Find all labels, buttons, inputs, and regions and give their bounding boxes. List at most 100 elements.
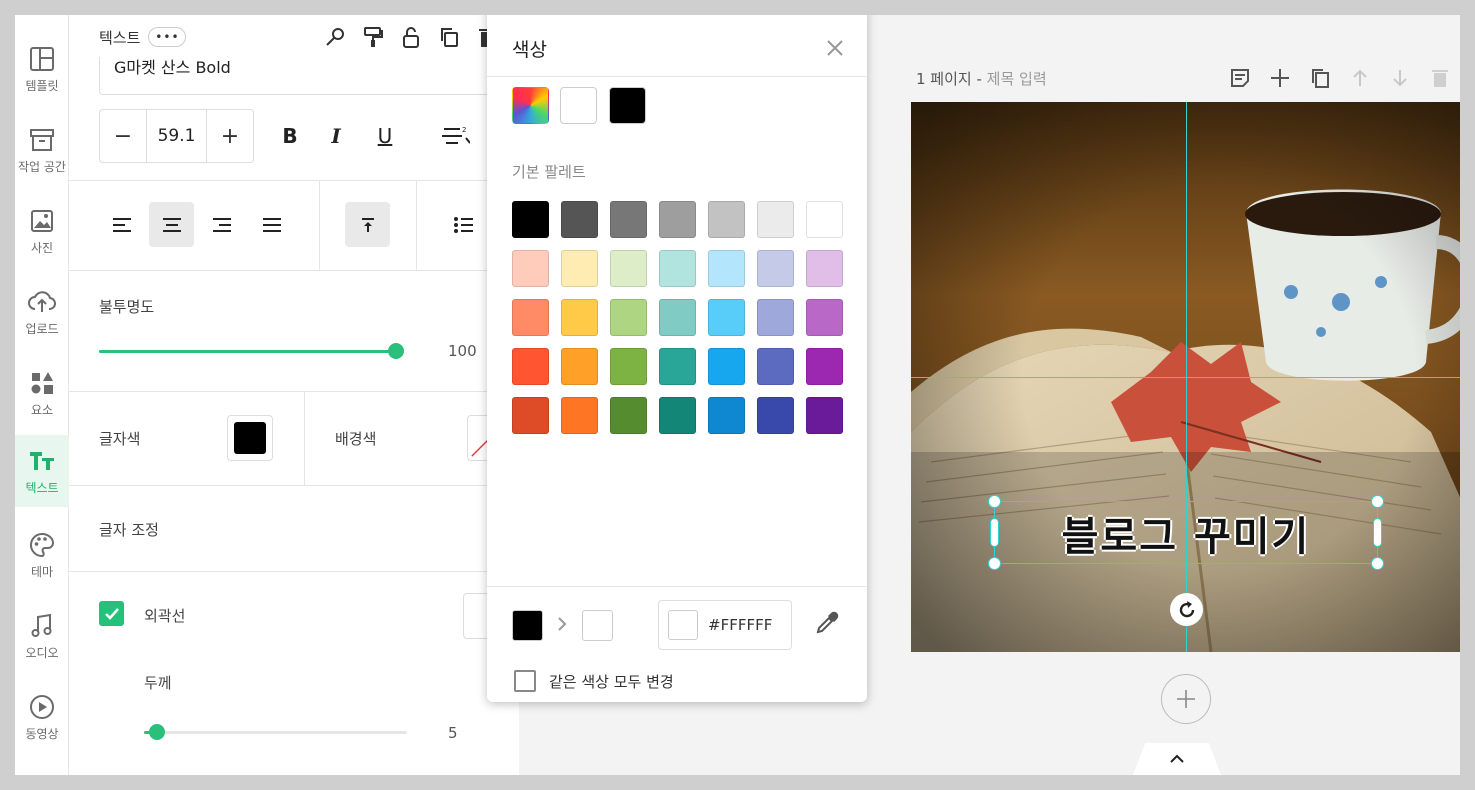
note-icon[interactable] (1229, 66, 1251, 90)
palette-swatch[interactable] (708, 250, 745, 287)
palette-swatch[interactable] (757, 348, 794, 385)
palette-swatch[interactable] (659, 250, 696, 287)
bold-button[interactable]: B (275, 121, 305, 151)
palette-swatch[interactable] (757, 201, 794, 238)
outline-checkbox[interactable] (99, 601, 124, 626)
palette-swatch[interactable] (512, 397, 549, 434)
eyedropper-icon[interactable] (815, 611, 839, 639)
resize-handle-top-left[interactable] (988, 495, 1001, 508)
rail-item-theme[interactable]: 테마 (15, 519, 69, 591)
headline-text[interactable]: 블로그 꾸미기 (995, 502, 1377, 563)
palette-swatch[interactable] (512, 299, 549, 336)
palette-swatch[interactable] (561, 201, 598, 238)
new-color-swatch[interactable] (582, 610, 613, 641)
resize-handle-bottom-left[interactable] (988, 557, 1001, 570)
font-size-input[interactable]: 59.1 (146, 110, 207, 162)
palette-swatch[interactable] (806, 250, 843, 287)
recent-color-white[interactable] (560, 87, 597, 124)
palette-swatch[interactable] (610, 250, 647, 287)
design-canvas[interactable]: 블로그 꾸미기 (911, 102, 1460, 652)
arrow-down-icon[interactable] (1389, 66, 1411, 90)
collapse-pages-tab[interactable] (1133, 743, 1221, 775)
hex-color-input[interactable]: #FFFFFF (658, 600, 792, 650)
palette-swatch[interactable] (659, 397, 696, 434)
palette-swatch[interactable] (708, 348, 745, 385)
palette-swatch[interactable] (659, 299, 696, 336)
palette-swatch[interactable] (708, 299, 745, 336)
current-color-swatch[interactable] (512, 610, 543, 641)
selected-text-box[interactable]: 블로그 꾸미기 (988, 495, 1384, 570)
resize-handle-bottom-right[interactable] (1371, 557, 1384, 570)
add-page-button[interactable] (1161, 674, 1211, 724)
opacity-slider-handle[interactable] (388, 343, 404, 359)
magic-wand-icon[interactable] (324, 25, 346, 49)
palette-swatch[interactable] (561, 250, 598, 287)
rotate-handle[interactable] (1170, 593, 1203, 626)
palette-swatch[interactable] (659, 201, 696, 238)
font-size-decrease-button[interactable]: − (100, 110, 146, 162)
palette-swatch[interactable] (610, 299, 647, 336)
same-color-change-checkbox[interactable] (514, 670, 536, 692)
rail-item-photos[interactable]: 사진 (15, 195, 69, 267)
unlock-icon[interactable] (400, 25, 422, 49)
bullet-list-button[interactable] (441, 202, 486, 247)
text-adjust-label[interactable]: 글자 조정 (99, 519, 159, 540)
text-color-swatch[interactable] (227, 415, 273, 461)
rail-item-templates[interactable]: 템플릿 (15, 33, 69, 105)
align-left-button[interactable] (99, 202, 144, 247)
duplicate-icon[interactable] (438, 25, 460, 49)
thickness-slider-handle[interactable] (149, 724, 165, 740)
palette-swatch[interactable] (806, 348, 843, 385)
palette-swatch[interactable] (806, 299, 843, 336)
palette-swatch[interactable] (757, 397, 794, 434)
palette-swatch[interactable] (757, 299, 794, 336)
strikethrough-icon[interactable]: 2 (441, 121, 471, 151)
palette-swatch[interactable] (757, 250, 794, 287)
page-title-input[interactable]: 제목 입력 (987, 70, 1047, 88)
vertical-align-top-button[interactable] (345, 202, 390, 247)
arrow-up-icon[interactable] (1349, 66, 1371, 90)
palette-swatch[interactable] (561, 299, 598, 336)
palette-swatch[interactable] (708, 201, 745, 238)
palette-swatch[interactable] (806, 397, 843, 434)
align-center-button[interactable] (149, 202, 194, 247)
font-size-increase-button[interactable]: + (207, 110, 253, 162)
palette-swatch[interactable] (512, 348, 549, 385)
palette-swatch[interactable] (610, 348, 647, 385)
palette-swatch[interactable] (561, 348, 598, 385)
align-justify-button[interactable] (249, 202, 294, 247)
recent-color-black[interactable] (609, 87, 646, 124)
palette-swatch[interactable] (708, 397, 745, 434)
rail-item-video[interactable]: 동영상 (15, 681, 69, 753)
rail-item-elements[interactable]: 요소 (15, 357, 69, 429)
rainbow-picker-swatch[interactable] (512, 87, 549, 124)
hex-color-value[interactable]: #FFFFFF (708, 616, 772, 634)
add-icon[interactable] (1269, 66, 1291, 90)
font-family-select[interactable]: G마켓 산스 Bold (99, 57, 499, 95)
paint-roller-icon[interactable] (362, 25, 384, 49)
rail-item-audio[interactable]: 오디오 (15, 600, 69, 672)
rail-item-upload[interactable]: 업로드 (15, 276, 69, 348)
close-icon[interactable] (823, 36, 847, 60)
more-options-button[interactable]: ••• (148, 27, 187, 47)
delete-page-icon[interactable] (1429, 66, 1451, 90)
copy-page-icon[interactable] (1309, 66, 1331, 90)
opacity-slider[interactable] (99, 343, 404, 359)
resize-handle-top-right[interactable] (1371, 495, 1384, 508)
rail-item-text[interactable]: 텍스트 (15, 435, 69, 507)
palette-swatch[interactable] (806, 201, 843, 238)
underline-button[interactable]: U (370, 121, 400, 151)
resize-handle-right[interactable] (1373, 518, 1382, 547)
palette-swatch[interactable] (512, 250, 549, 287)
thickness-slider[interactable] (144, 724, 407, 740)
palette-swatch[interactable] (659, 348, 696, 385)
thickness-value[interactable]: 5 (448, 724, 458, 742)
palette-swatch[interactable] (610, 397, 647, 434)
italic-button[interactable]: I (321, 121, 351, 151)
palette-swatch[interactable] (610, 201, 647, 238)
opacity-value[interactable]: 100 (448, 342, 477, 360)
palette-swatch[interactable] (512, 201, 549, 238)
resize-handle-left[interactable] (990, 518, 999, 547)
rail-item-workspace[interactable]: 작업 공간 (15, 114, 69, 186)
palette-swatch[interactable] (561, 397, 598, 434)
